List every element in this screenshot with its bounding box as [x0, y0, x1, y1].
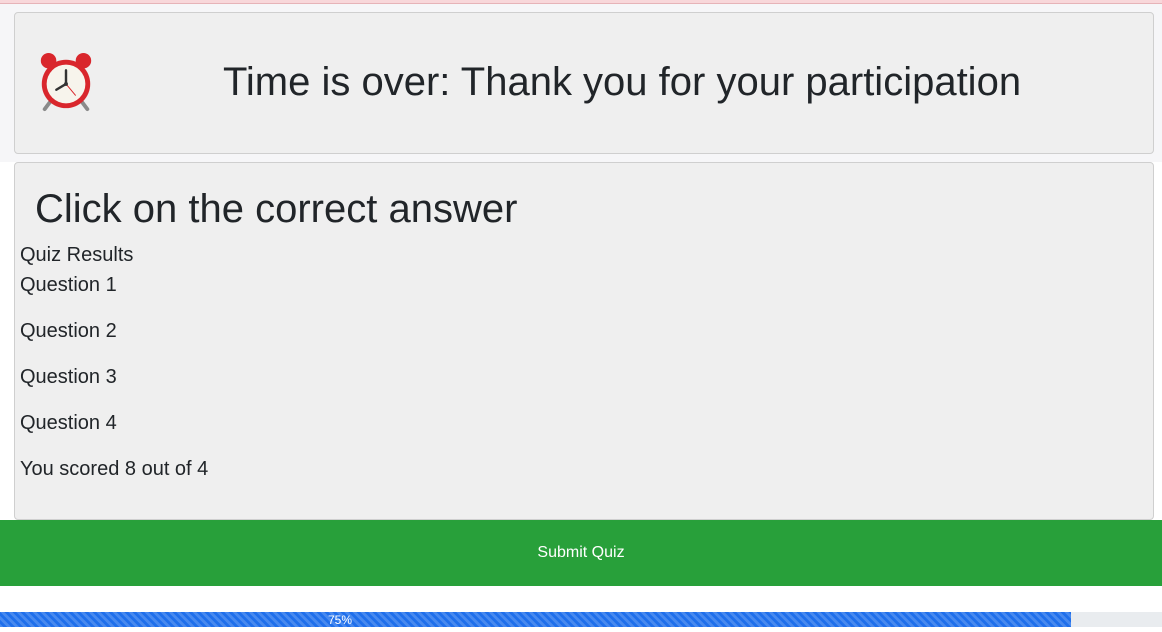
quiz-results-label: Quiz Results — [20, 244, 134, 266]
quiz-card: Click on the correct answer Quiz Results… — [14, 162, 1154, 520]
submit-quiz-button[interactable]: Submit Quiz — [0, 520, 1162, 586]
timeout-banner: Time is over: Thank you for your partici… — [14, 12, 1154, 154]
question-item: Question 1 — [20, 274, 117, 296]
progress-fill — [0, 612, 1072, 627]
question-item: Question 3 — [20, 366, 117, 388]
score-text: You scored 8 out of 4 — [20, 458, 209, 480]
progress-label: 75% — [327, 613, 353, 627]
quiz-heading: Click on the correct answer — [35, 187, 518, 231]
progress-bar: 75% — [0, 612, 1162, 627]
question-item: Question 2 — [20, 320, 117, 342]
alarm-clock-icon — [40, 52, 92, 112]
header-section: Time is over: Thank you for your partici… — [0, 4, 1162, 162]
page-title: Time is over: Thank you for your partici… — [222, 60, 1022, 104]
question-list: Question 1 Question 2 Question 3 Questio… — [20, 273, 117, 457]
question-item: Question 4 — [20, 412, 117, 434]
